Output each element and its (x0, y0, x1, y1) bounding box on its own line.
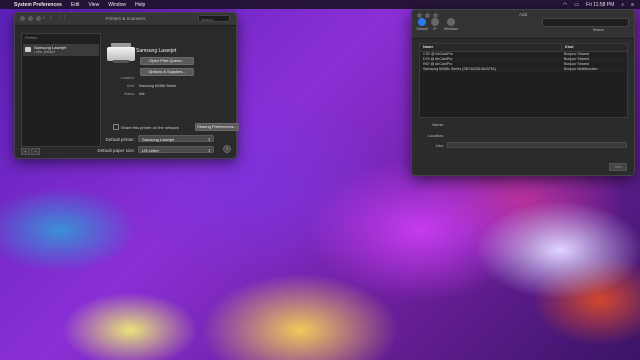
sharing-preferences-button[interactable]: Sharing Preferences... (195, 123, 239, 131)
kind-label: Kind: (127, 84, 135, 88)
search-label: Search (592, 28, 604, 32)
tab-windows-label: Windows (443, 27, 459, 31)
menu-bar: System Preferences Edit View Window Help… (0, 0, 640, 9)
table-row[interactable]: Samsung M288x Series (SEC842519643751) B… (420, 67, 627, 72)
column-name-header[interactable]: Name (420, 44, 562, 51)
tab-windows[interactable]: Windows (442, 18, 460, 31)
default-printer-select[interactable]: Samsung Laserjet ⇕ (138, 135, 214, 142)
use-select[interactable] (447, 142, 627, 148)
printers-scanners-window: ‹ › ⋮⋮ Printers & Scanners Search Printe… (14, 12, 239, 159)
location-label: Location: (120, 76, 135, 80)
use-label: Use: (435, 143, 444, 148)
globe-icon (431, 18, 439, 26)
status-label: Status: (124, 92, 135, 96)
battery-icon[interactable]: ▭ (574, 2, 579, 8)
chevron-updown-icon: ⇕ (207, 148, 211, 153)
tab-default[interactable]: Default (415, 18, 429, 31)
window-title: Add (518, 12, 527, 17)
printer-image (105, 41, 137, 65)
printer-list-header: Printers (25, 36, 38, 40)
share-printer-row: Share this printer on the network (113, 124, 179, 130)
printer-list: Printers Samsung Laserjet • Idle, Defaul… (21, 33, 101, 147)
add-toolbar: Add Default IP Windows Search (412, 10, 634, 39)
default-printer-value: Samsung Laserjet (142, 137, 175, 142)
paper-size-label: Default paper size: (97, 148, 135, 153)
control-center-icon[interactable]: ≡ (631, 2, 634, 8)
menu-extras: ◠ ▭ Fri 11:58 PM ⌕ ≡ (563, 0, 634, 9)
help-button[interactable]: ? (223, 145, 231, 153)
kind-value: Samsung M288x Series (139, 84, 177, 88)
printer-icon (25, 47, 31, 52)
menu-help[interactable]: Help (135, 2, 145, 8)
table-header: Name Kind (420, 44, 627, 52)
add-remove-buttons: + − (21, 148, 40, 155)
selected-printer-name: Samsung Laserjet (136, 48, 177, 54)
chevron-updown-icon: ⇕ (207, 137, 211, 142)
column-kind-header[interactable]: Kind (562, 44, 573, 51)
printer-item-status: • Idle, Default (34, 50, 55, 54)
title-bar: ‹ › ⋮⋮ Printers & Scanners Search (15, 13, 236, 26)
clock[interactable]: Fri 11:58 PM (586, 2, 614, 8)
share-printer-checkbox[interactable] (113, 124, 119, 130)
options-supplies-button[interactable]: Options & Supplies... (140, 68, 194, 76)
row-kind: Bonjour Multifunction (564, 67, 598, 71)
share-printer-label: Share this printer on the network (121, 124, 179, 130)
default-printer-label: Default printer: (105, 137, 135, 142)
wifi-icon[interactable]: ◠ (563, 2, 567, 8)
tab-default-label: Default (416, 27, 428, 31)
search-input[interactable] (542, 18, 629, 27)
menu-view[interactable]: View (88, 2, 99, 8)
printer-table: Name Kind CS2 @ AirCastPro Bonjour Share… (419, 43, 628, 118)
add-printer-window: Add Default IP Windows Search Name Kind … (411, 9, 635, 176)
search-input[interactable]: Search (198, 15, 230, 22)
tab-ip[interactable]: IP (430, 18, 440, 31)
location-label: Location: (427, 133, 444, 138)
printer-icon (418, 18, 426, 26)
status-value: Idle (139, 92, 145, 96)
windows-icon (447, 18, 455, 26)
menu-app-name[interactable]: System Preferences (14, 2, 62, 8)
menu-edit[interactable]: Edit (71, 2, 80, 8)
paper-size-value: US Letter (142, 148, 159, 153)
row-name: Samsung M288x Series (SEC842519643751) (423, 67, 496, 71)
tab-ip-label: IP (433, 27, 437, 31)
add-button[interactable]: Add (609, 163, 627, 171)
add-printer-button[interactable]: + (21, 148, 30, 155)
name-label: Name: (432, 122, 444, 127)
paper-size-select[interactable]: US Letter ⇕ (138, 146, 214, 153)
open-print-queue-button[interactable]: Open Print Queue... (140, 57, 194, 65)
menu-window[interactable]: Window (108, 2, 126, 8)
spotlight-icon[interactable]: ⌕ (621, 2, 624, 8)
printer-item-samsung[interactable]: Samsung Laserjet • Idle, Default (23, 44, 99, 56)
remove-printer-button[interactable]: − (31, 148, 40, 155)
